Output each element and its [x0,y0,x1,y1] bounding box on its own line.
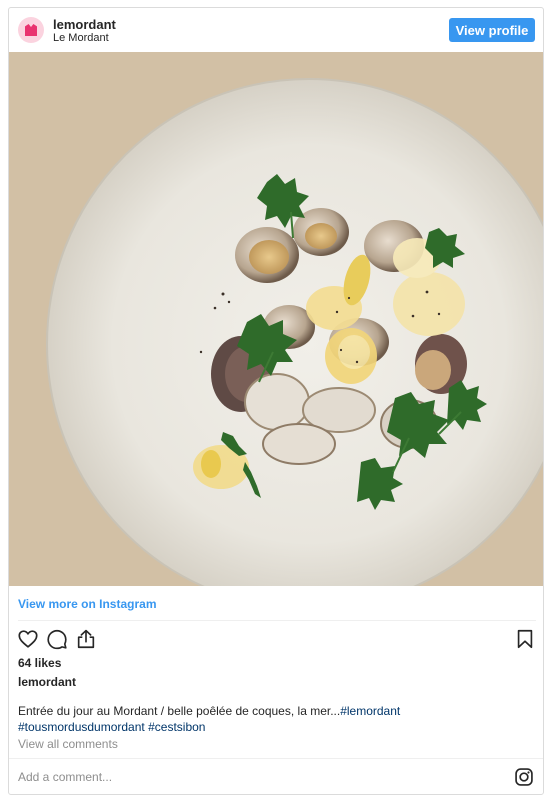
avatar[interactable] [18,17,44,43]
post-image[interactable] [9,52,543,586]
instagram-icon[interactable] [514,767,534,787]
divider [18,620,536,621]
post-caption: Entrée du jour au Mordant / belle poêlée… [18,703,538,735]
bookmark-icon[interactable] [514,628,536,650]
username[interactable]: lemordant [53,17,116,32]
hashtag-tousmordusdumordant[interactable]: #tousmordusdumordant [18,720,145,734]
caption-text: Entrée du jour au Mordant / belle poêlée… [18,704,341,718]
instagram-embed-card: lemordant Le Mordant View profile View m… [8,7,544,795]
comment-icon[interactable] [46,628,68,650]
view-profile-button[interactable]: View profile [449,18,535,42]
full-name: Le Mordant [53,32,109,44]
post-header: lemordant Le Mordant View profile [9,8,543,52]
share-icon[interactable] [75,628,97,650]
divider [9,758,543,759]
likes-count[interactable]: 64 likes [18,656,61,670]
food-photo [9,52,543,586]
avatar-logo [25,24,37,36]
view-all-comments-link[interactable]: View all comments [18,737,118,751]
hashtag-cestsibon[interactable]: #cestsibon [148,720,205,734]
view-more-on-instagram-link[interactable]: View more on Instagram [18,597,157,611]
heart-icon[interactable] [17,628,39,650]
post-owner-username[interactable]: lemordant [18,675,76,689]
caption-line-2: #tousmordusdumordant #cestsibon [18,719,538,735]
hashtag-lemordant[interactable]: #lemordant [340,704,400,718]
caption-line-1: Entrée du jour au Mordant / belle poêlée… [18,703,538,719]
add-comment-input[interactable] [18,767,498,787]
